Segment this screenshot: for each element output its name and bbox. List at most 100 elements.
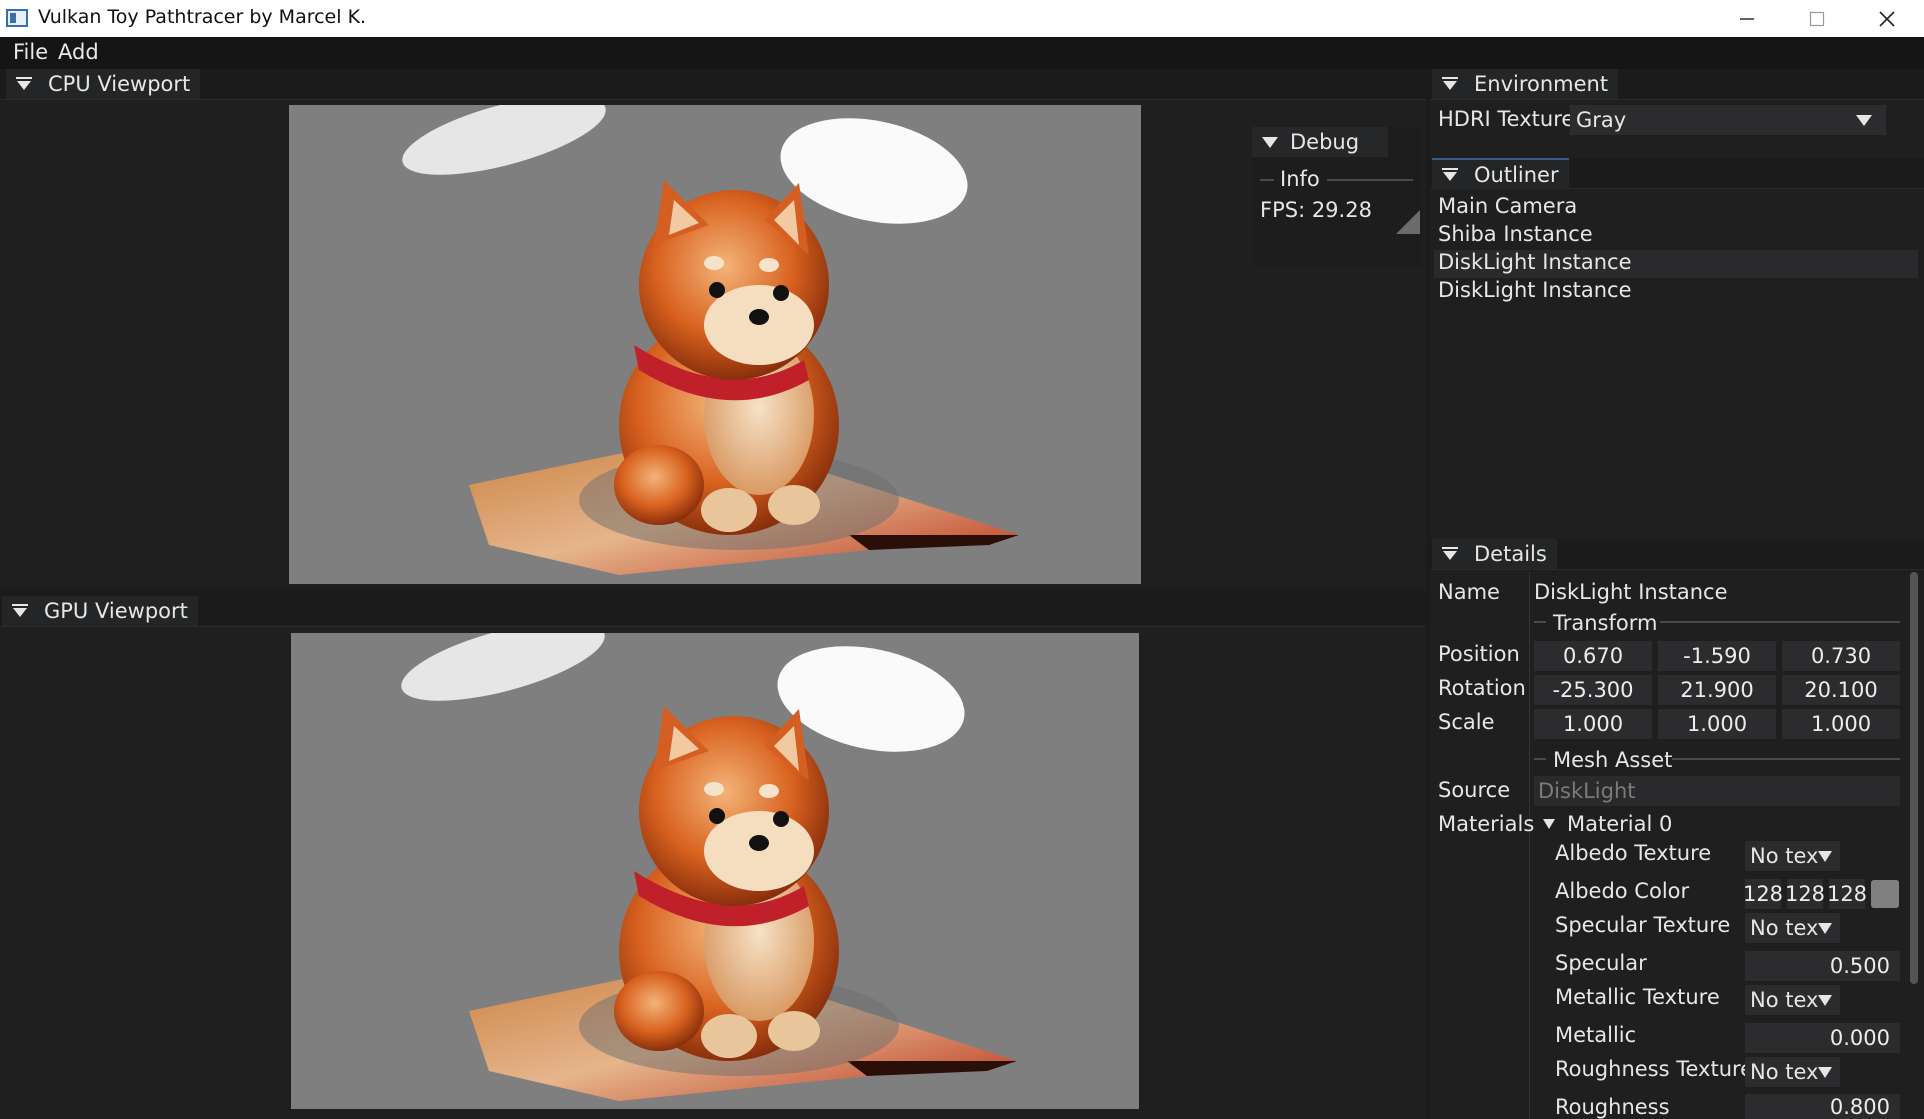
outliner-list: Main Camera Shiba Instance DiskLight Ins… [1434,194,1918,306]
gpu-viewport-tab[interactable]: GPU Viewport [2,596,198,626]
collapse-triangle-icon [1442,547,1458,561]
scale-x-field[interactable]: 1.000 [1534,709,1652,739]
chevron-down-icon [1818,922,1832,934]
cpu-viewport-tab[interactable]: CPU Viewport [6,69,201,99]
source-field: DiskLight [1534,776,1900,806]
collapse-triangle-icon [1442,168,1458,182]
menu-file[interactable]: File [13,40,48,64]
albedo-color-label: Albedo Color [1555,879,1690,903]
mesh-asset-label: Mesh Asset [1553,748,1673,772]
gpu-viewport-render[interactable] [291,633,1139,1109]
specular-texture-label: Specular Texture [1555,913,1731,937]
metallic-texture-select[interactable]: No text [1745,985,1840,1015]
materials-label: Materials [1438,812,1535,836]
roughness-texture-select[interactable]: No text [1745,1057,1840,1087]
outliner-item-shiba-instance[interactable]: Shiba Instance [1438,222,1918,250]
collapse-triangle-icon [16,77,32,91]
roughness-value: 0.800 [1829,1094,1890,1119]
shiba-render-gpu [401,633,1017,1101]
outliner-title: Outliner [1474,163,1559,187]
minimize-button[interactable] [1712,0,1782,37]
roughness-texture-value: No text [1750,1060,1818,1084]
separator [1534,621,1546,623]
collapse-triangle-icon [1543,819,1555,829]
outliner-tab[interactable]: Outliner [1432,158,1569,190]
maximize-icon [1809,11,1825,26]
scale-z-field[interactable]: 1.000 [1782,709,1900,739]
albedo-color-g[interactable]: 128 [1785,879,1825,909]
cpu-viewport-title: CPU Viewport [48,72,191,96]
rotation-y-field[interactable]: 21.900 [1658,675,1776,705]
rotation-x-field[interactable]: -25.300 [1534,675,1652,705]
chevron-down-icon [1818,850,1832,862]
cpu-viewport-tabbar [0,69,1426,100]
albedo-texture-label: Albedo Texture [1555,841,1712,865]
specular-texture-value: No text [1750,916,1818,940]
gpu-viewport-tabbar [0,596,1426,627]
metallic-field[interactable]: 0.000 [1745,1023,1900,1053]
window-title: Vulkan Toy Pathtracer by Marcel K. [38,6,367,28]
material-0-name: Material 0 [1567,812,1673,836]
hdri-texture-value: Gray [1576,108,1627,132]
albedo-color-b[interactable]: 128 [1827,879,1867,909]
roughness-field[interactable]: 0.800 [1745,1094,1900,1119]
source-value: DiskLight [1538,779,1636,803]
albedo-color-r[interactable]: 128 [1743,879,1783,909]
debug-info-label: Info [1280,167,1320,191]
details-scrollbar[interactable] [1910,572,1918,984]
hdri-texture-select[interactable]: Gray [1570,105,1886,135]
separator [1534,758,1546,760]
menu-add[interactable]: Add [58,40,99,64]
specular-value: 0.500 [1829,954,1890,978]
menu-bar: File Add [0,37,1924,69]
name-value[interactable]: DiskLight Instance [1534,580,1728,604]
outliner-item-disklight[interactable]: DiskLight Instance [1438,278,1918,306]
details-title: Details [1474,542,1547,566]
scale-label: Scale [1438,710,1495,734]
name-label: Name [1438,580,1500,604]
material-0-header[interactable]: Material 0 [1543,812,1672,836]
position-x-field[interactable]: 0.670 [1534,641,1652,671]
debug-header[interactable]: Debug [1252,127,1388,157]
metallic-label: Metallic [1555,1023,1637,1047]
specular-label: Specular [1555,951,1647,975]
source-label: Source [1438,778,1511,802]
gpu-viewport-title: GPU Viewport [44,599,188,623]
metallic-texture-label: Metallic Texture [1555,985,1720,1009]
metallic-value: 0.000 [1829,1026,1890,1050]
resize-grip-icon[interactable] [1396,210,1420,234]
collapse-triangle-icon [1262,136,1278,148]
close-icon [1879,10,1895,27]
rotation-z-field[interactable]: 20.100 [1782,675,1900,705]
albedo-color-swatch[interactable] [1871,880,1899,908]
cpu-viewport-render[interactable] [289,105,1141,584]
position-z-field[interactable]: 0.730 [1782,641,1900,671]
chevron-down-icon [1856,114,1872,126]
window-titlebar: Vulkan Toy Pathtracer by Marcel K. [0,0,1924,37]
outliner-item-disklight-selected[interactable]: DiskLight Instance [1434,250,1918,278]
separator [1260,179,1274,181]
outliner-item-main-camera[interactable]: Main Camera [1438,194,1918,222]
environment-title: Environment [1474,72,1609,96]
separator [1327,179,1413,181]
metallic-texture-value: No text [1750,988,1818,1012]
albedo-texture-value: No text [1750,844,1818,868]
albedo-texture-select[interactable]: No text [1745,841,1840,871]
collapse-triangle-icon [12,604,28,618]
separator [1660,621,1900,623]
transform-label: Transform [1553,611,1658,635]
position-y-field[interactable]: -1.590 [1658,641,1776,671]
shiba-render-cpu [402,105,1019,575]
hdri-texture-label: HDRI Texture [1438,107,1575,131]
details-tab[interactable]: Details [1432,539,1557,569]
environment-tab[interactable]: Environment [1432,69,1619,99]
position-label: Position [1438,642,1520,666]
fps-readout: FPS: 29.28 [1260,198,1372,222]
specular-field[interactable]: 0.500 [1745,951,1900,981]
separator [1672,758,1900,760]
maximize-button[interactable] [1782,0,1852,37]
close-button[interactable] [1852,0,1922,37]
roughness-texture-label: Roughness Texture [1555,1057,1754,1081]
specular-texture-select[interactable]: No text [1745,913,1840,943]
scale-y-field[interactable]: 1.000 [1658,709,1776,739]
